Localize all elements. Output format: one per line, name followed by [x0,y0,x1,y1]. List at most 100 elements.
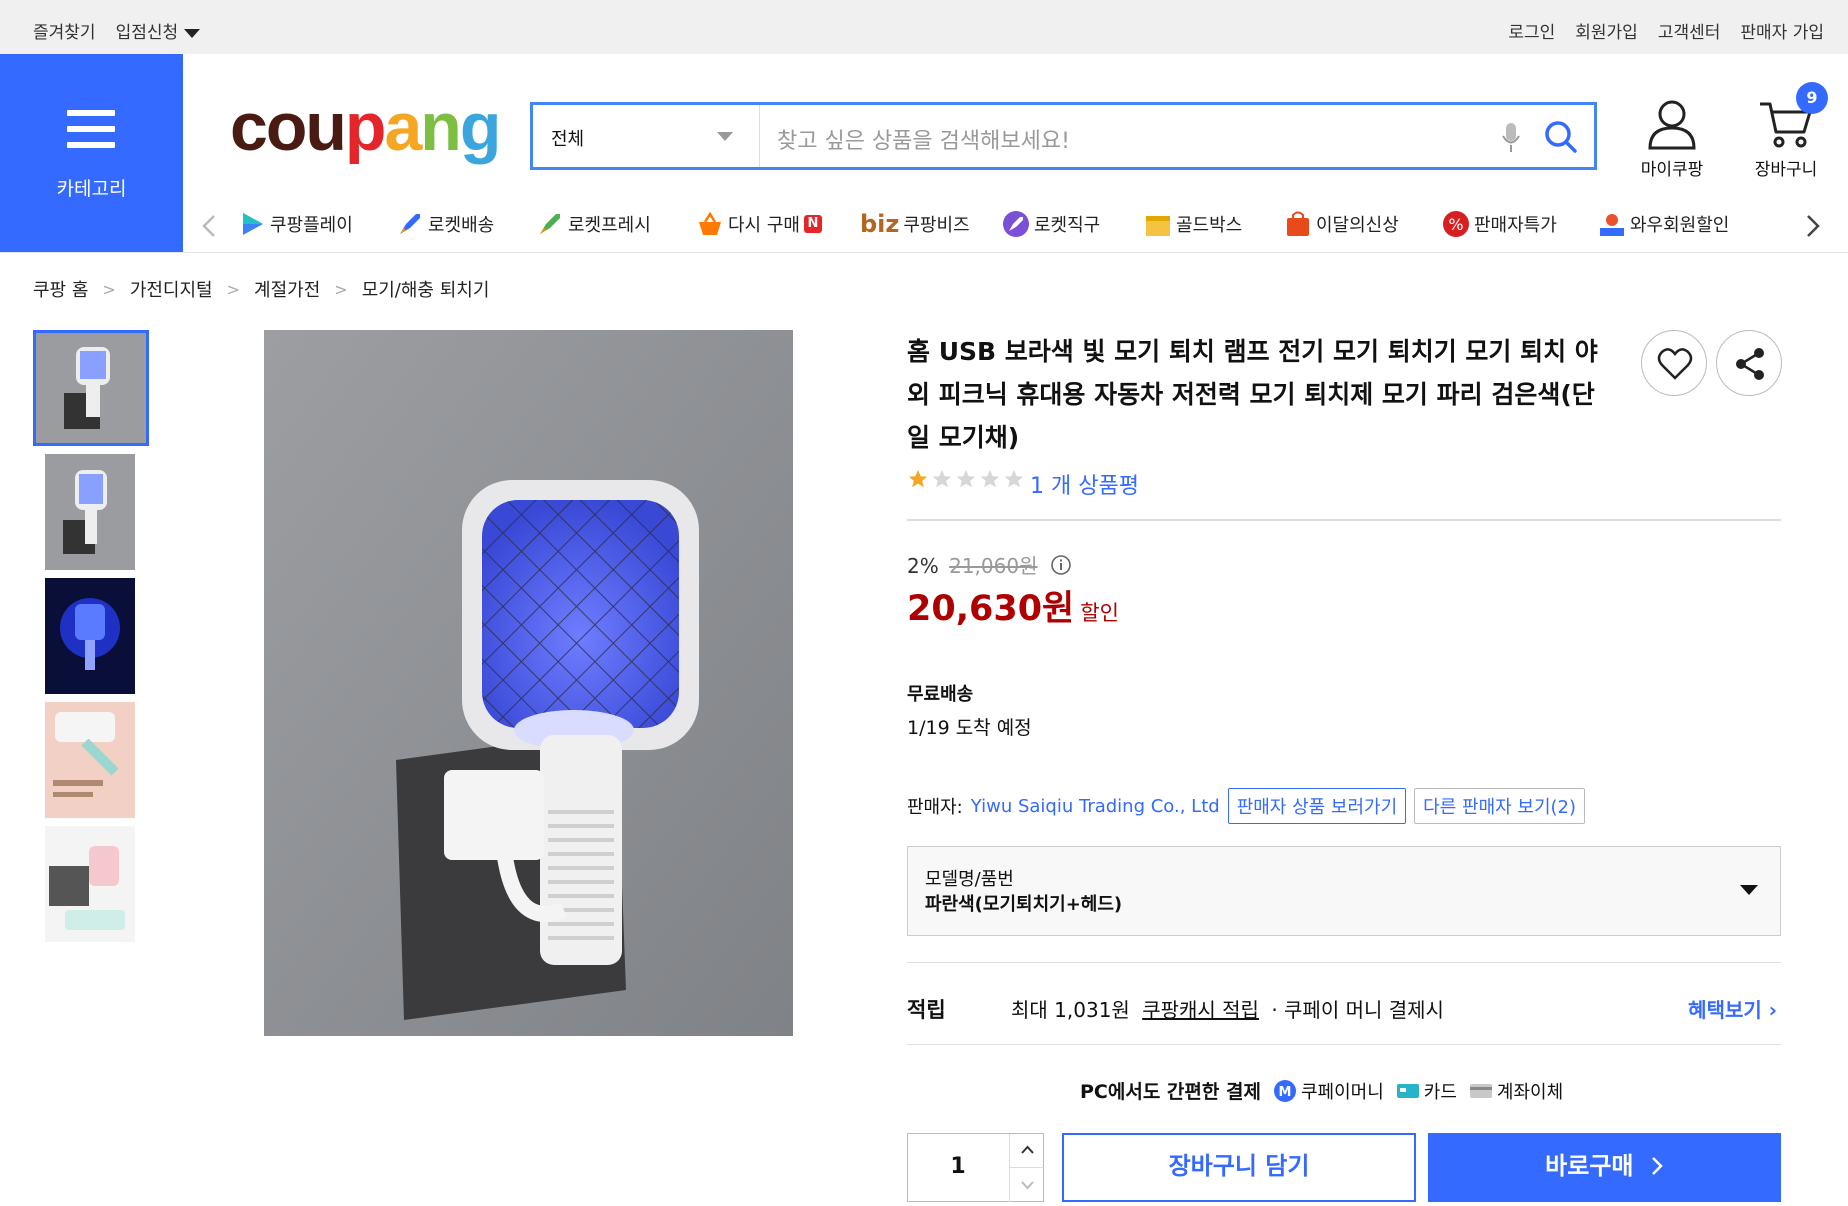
new-badge: N [803,215,822,233]
breadcrumb-item[interactable]: 가전디지털 [130,276,213,302]
new-bag-icon [1287,211,1309,236]
wow-icon [1600,214,1624,236]
nav-item-coupang-biz[interactable]: biz 쿠팡비즈 [860,210,970,238]
seller-apply-label: 입점신청 [115,23,179,43]
signup-link[interactable]: 회원가입 [1575,18,1638,43]
nav-item-coupang-play[interactable]: 쿠팡플레이 [238,210,353,238]
option-label: 모델명/품번 [925,869,1014,890]
microphone-icon[interactable] [1501,121,1521,155]
chevron-down-icon [717,132,733,141]
reward-detail: 최대 1,031원 쿠팡캐시 적립 · 쿠페이 머니 결제시 [1011,994,1444,1023]
review-count-link[interactable]: 1 개 상품평 [1030,468,1139,500]
chevron-left-icon[interactable] [202,214,216,238]
product-main-image[interactable] [264,330,793,1036]
seller-name-link[interactable]: Yiwu Saiqiu Trading Co., Ltd [971,796,1220,817]
chevron-right-icon[interactable] [1806,214,1820,238]
nav-item-label: 로켓직구 [1034,215,1101,236]
chevron-up-icon [1021,1145,1034,1154]
search-scope-select[interactable]: 전체 [533,105,760,167]
rocket-fresh-icon [540,214,560,234]
info-icon[interactable] [1050,554,1072,576]
seller-signup-link[interactable]: 판매자 가입 [1740,18,1824,43]
nav-item-rebuy[interactable]: 다시 구매 N [696,210,822,238]
thumbnail[interactable] [45,578,135,694]
payment-method-label: 카드 [1423,1081,1457,1103]
chevron-down-icon [1740,885,1758,895]
hamburger-icon [67,110,115,158]
search-icon[interactable] [1543,119,1579,155]
nav-item-rocket-global[interactable]: 로켓직구 [1002,210,1100,238]
payment-method: M 쿠페이머니 [1273,1078,1384,1104]
seller-products-button[interactable]: 판매자 상품 보러가기 [1227,788,1407,824]
cart-label: 장바구니 [1754,160,1818,180]
arrival-date: 1/19 도착 예정 [907,717,1032,739]
seller-info: 판매자: Yiwu Saiqiu Trading Co., Ltd 판매자 상품… [907,788,1586,824]
breadcrumb-item[interactable]: 계절가전 [254,276,320,302]
divider [907,1044,1781,1045]
category-button[interactable]: 카테고리 [0,54,183,252]
top-utility-bar: 즐겨찾기 입점신청 로그인 회원가입 고객센터 판매자 가입 [0,0,1848,54]
seller-label: 판매자: [907,797,963,818]
chevron-right-icon: > [102,279,116,299]
quantity-increase-button[interactable] [1009,1134,1044,1168]
benefits-link[interactable]: 혜택보기 › [1688,994,1777,1023]
quantity-input[interactable]: 1 [908,1154,1008,1179]
nav-item-label: 쿠팡플레이 [270,215,353,236]
user-icon [1648,100,1696,150]
payment-method: 계좌이체 [1469,1078,1563,1104]
card-icon [1396,1083,1419,1098]
breadcrumb-item[interactable]: 모기/해충 퇴치기 [362,276,490,302]
gold-box-icon [1146,216,1170,236]
basket-icon [699,211,721,235]
sale-price-value: 20,630원 [907,589,1075,629]
login-link[interactable]: 로그인 [1508,18,1555,43]
nav-item-rocket-fresh[interactable]: 로켓프레시 [536,210,651,238]
quantity-decrease-button[interactable] [1009,1168,1044,1202]
rocket-global-icon [1003,211,1029,237]
heart-icon [1657,348,1693,380]
thumbnail[interactable] [45,702,135,818]
thumbnail[interactable] [45,454,135,570]
nav-item-label: 쿠팡비즈 [903,215,970,236]
payment-method: 카드 [1396,1078,1457,1104]
nav-item-label: 와우회원할인 [1630,215,1730,236]
product-title: 홈 USB 보라색 빛 모기 퇴치 램프 전기 모기 퇴치기 모기 퇴치 야외 … [907,337,1598,452]
other-sellers-button[interactable]: 다른 판매자 보기(2) [1414,788,1586,824]
chevron-right-icon: > [226,279,241,299]
star-icon [1004,469,1024,488]
search-input[interactable]: 찾고 싶은 상품을 검색해보세요! [777,123,1070,155]
option-select[interactable]: 모델명/품번 파란색(모기퇴치기+헤드) [907,846,1781,936]
nav-item-rocket-delivery[interactable]: 로켓배송 [396,210,494,238]
sale-price: 20,630원 할인 [907,580,1119,631]
share-button[interactable] [1716,330,1782,396]
my-coupang-button[interactable]: 마이쿠팡 [1637,98,1707,180]
nav-item-label: 판매자특가 [1474,215,1557,236]
coupang-cash-link[interactable]: 쿠팡캐시 적립 [1142,998,1259,1022]
add-to-cart-button[interactable]: 장바구니 담기 [1062,1133,1416,1202]
seller-apply-link[interactable]: 입점신청 [116,18,201,43]
discount-tag: 할인 [1080,601,1119,625]
nav-item-monthly-new[interactable]: 이달의신상 [1284,210,1399,238]
thumbnail[interactable] [45,826,135,942]
coupang-logo[interactable]: coupang [230,88,501,166]
nav-item-wow-discount[interactable]: 와우회원할인 [1598,210,1729,238]
chevron-right-icon: › [1768,998,1777,1022]
header-divider [0,252,1848,253]
divider [907,962,1781,963]
discount-info: 2% 21,060원 [907,550,1072,579]
chevron-down-icon [1021,1181,1034,1190]
thumbnail[interactable] [33,330,149,446]
nav-item-seller-deal[interactable]: % 판매자특가 [1442,210,1557,238]
my-coupang-label: 마이쿠팡 [1640,160,1704,180]
discount-rate: 2% [907,554,939,578]
wishlist-button[interactable] [1641,330,1707,396]
breadcrumb-item[interactable]: 쿠팡 홈 [33,276,88,302]
breadcrumb: 쿠팡 홈 > 가전디지털 > 계절가전 > 모기/해충 퇴치기 [33,276,489,302]
search-scope-value: 전체 [551,129,585,150]
buy-now-button[interactable]: 바로구매 [1428,1133,1781,1202]
bookmark-link[interactable]: 즐겨찾기 [33,18,96,43]
payment-method-label: 계좌이체 [1496,1081,1564,1103]
chevron-down-icon [184,28,201,38]
customer-center-link[interactable]: 고객센터 [1658,18,1721,43]
nav-item-gold-box[interactable]: 골드박스 [1144,210,1242,238]
